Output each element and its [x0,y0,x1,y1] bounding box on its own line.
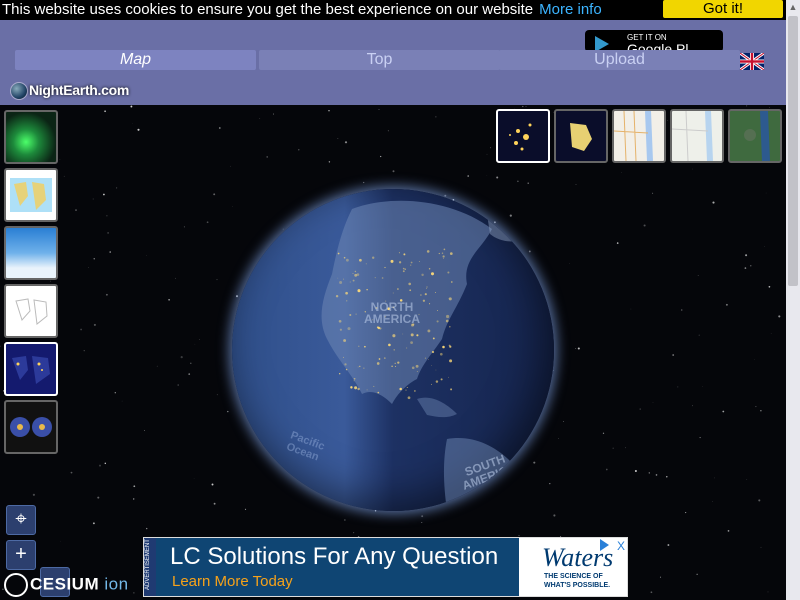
zoom-in-button[interactable]: + [6,540,36,570]
outline-map-icon [15,298,48,325]
cesium-wordmark: CESIUM [30,574,100,594]
ad-label: ADVERTISEMENT [145,539,151,590]
ad-close-button[interactable]: X [617,539,625,553]
twin-globes-icon [10,417,52,437]
advertisement-banner[interactable]: ADVERTISEMENT LC Solutions For Any Quest… [143,537,628,597]
north-america-label: NORTH AMERICA [364,300,420,326]
city-lights-style-icon [570,123,592,151]
night-map-icon [12,356,50,384]
google-play-badge[interactable]: GET IT ON Google Pl [585,30,723,52]
blank-map-layer-thumbnail[interactable] [4,284,58,338]
tab-top[interactable]: Top [259,50,500,70]
road-map-style-thumbnail[interactable] [612,109,666,163]
satellite-style-thumbnail[interactable] [728,109,782,163]
night-lights-style-icon [509,123,532,151]
ad-cta-link[interactable]: Learn More Today [172,573,293,590]
site-logo-text: NightEarth.com [29,82,130,98]
plus-icon: + [15,543,27,565]
scroll-up-arrow-icon[interactable]: ▲ [786,0,800,14]
city-lights-style-thumbnail[interactable] [554,109,608,163]
earth-globe[interactable]: NORTH AMERICA Pacific Ocean SOUTH AMERIC… [232,189,554,511]
road-map-style-icon [614,111,653,161]
ad-side-strip: ADVERTISEMENT [144,538,156,596]
header: GET IT ON Google Pl Map Top Upload Night… [0,20,786,105]
night-lights-layer-thumbnail[interactable] [4,342,58,396]
light-map-style-icon [672,111,713,161]
locate-icon: ⌖ [15,508,27,530]
globe-viewer[interactable]: NORTH AMERICA Pacific Ocean SOUTH AMERIC… [0,105,786,600]
ad-panel[interactable]: LC Solutions For Any Question Learn More… [156,538,519,596]
cookie-accept-button[interactable]: Got it! [663,0,783,18]
uk-flag-icon[interactable] [740,53,764,70]
cesium-logo-icon [4,573,28,597]
cookie-more-info-link[interactable]: More info [539,1,602,18]
light-map-style-thumbnail[interactable] [670,109,724,163]
clouds-layer-thumbnail[interactable] [4,226,58,280]
world-map-layer-thumbnail[interactable] [4,168,58,222]
ad-headline: LC Solutions For Any Question [170,543,499,570]
cookie-banner: This website uses cookies to ensure you … [0,0,786,20]
satellite-style-icon [744,111,770,161]
adchoices-icon[interactable] [600,539,609,551]
tab-map[interactable]: Map [15,50,256,70]
site-logo[interactable]: NightEarth.com [10,82,130,101]
cookie-message: This website uses cookies to ensure you … [2,0,602,20]
night-lights-style-thumbnail[interactable] [496,109,550,163]
globe-logo-icon [10,82,28,101]
tab-upload[interactable]: Upload [499,50,740,70]
cookie-message-text: This website uses cookies to ensure you … [2,1,534,18]
ad-tagline: THE SCIENCE OF WHAT'S POSSIBLE. [544,573,611,589]
cesium-ion-wordmark: ion [104,574,129,594]
locate-button[interactable]: ⌖ [6,505,36,535]
world-map-icon [10,178,52,212]
cesium-ion-logo[interactable]: CESIUM ion [4,573,129,597]
globes-layer-thumbnail[interactable] [4,400,58,454]
page-scrollbar[interactable]: ▲ [786,0,800,600]
aurora-layer-thumbnail[interactable] [4,110,58,164]
scroll-thumb[interactable] [788,16,798,286]
